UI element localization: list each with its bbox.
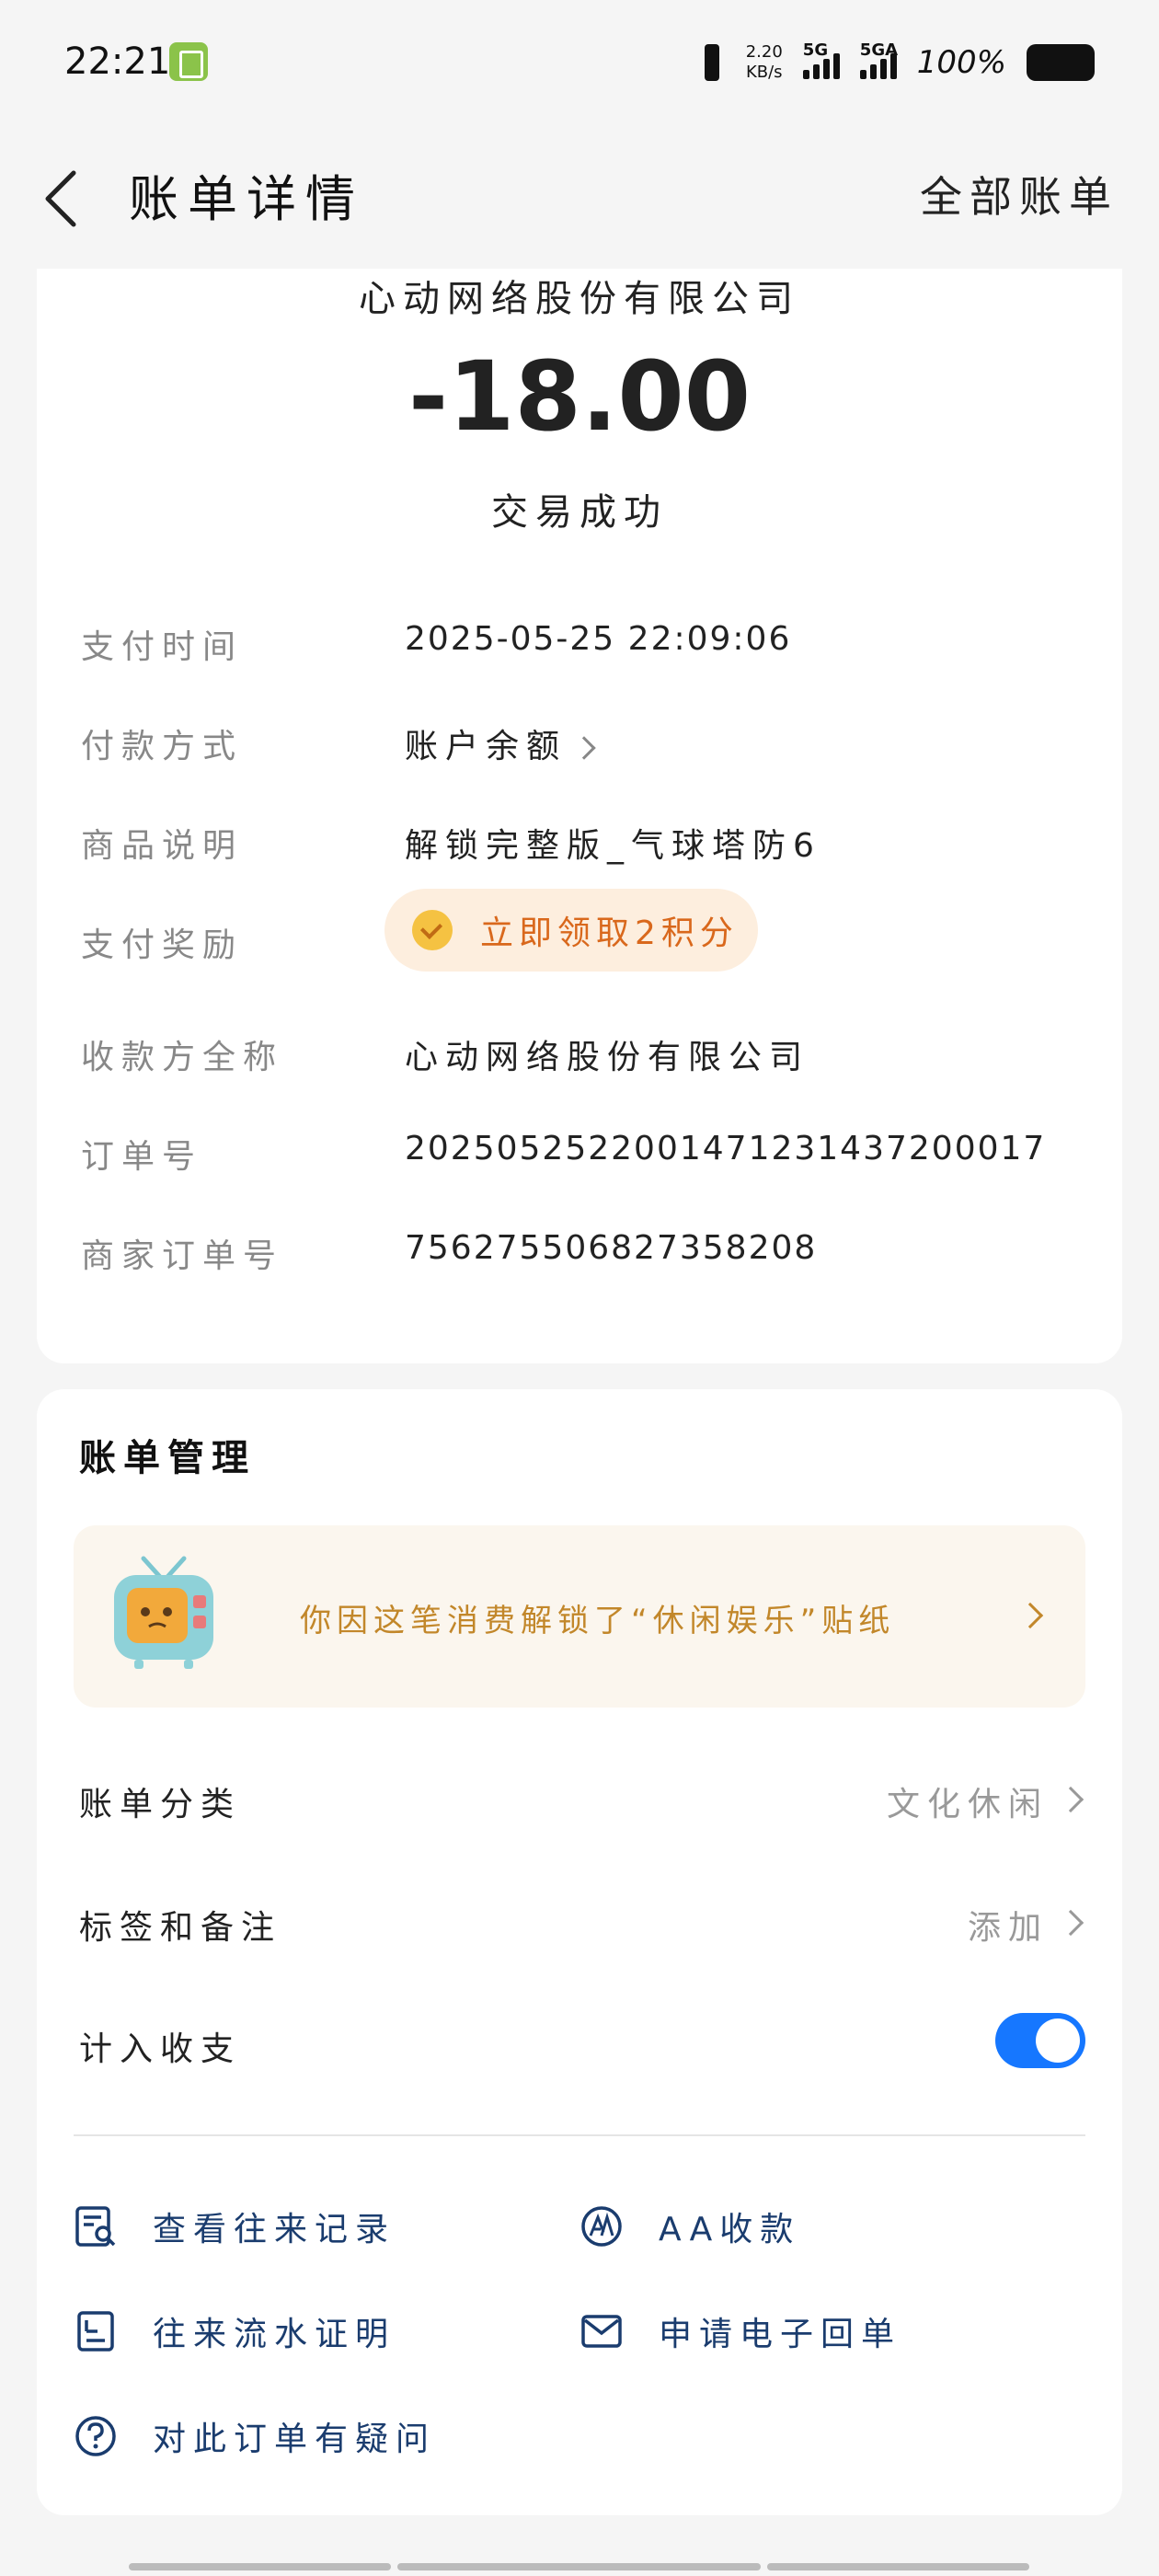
vibrate-icon — [698, 42, 726, 83]
bill-category-label: 账单分类 — [79, 1786, 242, 1823]
detail-value: 2025052522001471231437200017 — [405, 1130, 1047, 1167]
detail-value: 2025-05-25 22:09:06 — [405, 620, 792, 658]
order-question-button[interactable]: 对此订单有疑问 — [74, 2409, 436, 2464]
aa-collect-button[interactable]: AA收款 — [580, 2199, 800, 2254]
tags-notes-value: 添加 — [967, 1909, 1049, 1947]
network-speed-unit: KB/s — [745, 63, 783, 82]
document-icon — [74, 2309, 118, 2353]
divider — [74, 2134, 1085, 2136]
transaction-card: 心动网络股份有限公司 -18.00 交易成功 支付时间 2025-05-25 2… — [37, 269, 1122, 1363]
all-bills-link[interactable]: 全部账单 — [920, 164, 1119, 224]
e-receipt-label: 申请电子回单 — [659, 2316, 902, 2353]
chevron-right-icon — [1057, 1786, 1084, 1813]
notification-app-icon — [169, 42, 208, 81]
tv-sticker-icon — [107, 1553, 221, 1673]
sim2-label: 5GA — [859, 40, 899, 60]
detail-label: 付款方式 — [81, 728, 244, 765]
bill-category-row[interactable]: 账单分类 文化休闲 — [79, 1774, 1085, 1829]
view-records-button[interactable]: 查看往来记录 — [74, 2199, 396, 2254]
status-indicators: 2.20 KB/s 5G 5GA 100% — [698, 37, 1095, 88]
transaction-amount: -18.00 — [407, 340, 752, 453]
battery-percent: 100% — [916, 44, 1006, 81]
include-in-budget-row: 计入收支 — [79, 2013, 1085, 2074]
detail-value: 心动网络股份有限公司 — [405, 1039, 810, 1076]
flow-proof-label: 往来流水证明 — [153, 2316, 396, 2353]
bill-management-card: 账单管理 你因这笔消费解锁了“休闲娱乐”贴纸 账单分类 文化休闲 标签和备注 添… — [37, 1389, 1122, 2515]
status-bar: 22:21 2.20 KB/s 5G 5GA 100% — [0, 0, 1159, 125]
detail-label: 商家订单号 — [81, 1237, 284, 1275]
order-question-label: 对此订单有疑问 — [153, 2421, 437, 2458]
aa-icon — [580, 2204, 624, 2248]
tags-notes-row[interactable]: 标签和备注 添加 — [79, 1897, 1085, 1952]
sticker-banner[interactable]: 你因这笔消费解锁了“休闲娱乐”贴纸 — [74, 1525, 1085, 1708]
back-arrow-icon[interactable] — [37, 162, 101, 236]
payee-name: 心动网络股份有限公司 — [359, 278, 800, 320]
claim-points-button[interactable]: 立即领取2积分 — [384, 889, 758, 972]
aa-collect-label: AA收款 — [659, 2211, 801, 2248]
network-speed: 2.20 KB/s — [746, 42, 783, 83]
home-indicator — [767, 2563, 1029, 2570]
detail-value: 解锁完整版_气球塔防6 — [405, 827, 821, 865]
detail-label: 支付奖励 — [81, 926, 244, 964]
detail-label: 商品说明 — [81, 827, 244, 865]
home-indicator — [397, 2563, 761, 2570]
detail-label: 支付时间 — [81, 628, 244, 666]
sticker-message: 你因这笔消费解锁了“休闲娱乐”贴纸 — [300, 1603, 896, 1639]
question-circle-icon — [74, 2414, 118, 2458]
chevron-right-icon — [1057, 1909, 1084, 1937]
include-in-budget-label: 计入收支 — [79, 2030, 242, 2068]
payment-method-link[interactable]: 账户余额 — [405, 719, 596, 767]
view-records-label: 查看往来记录 — [153, 2211, 396, 2248]
transaction-status: 交易成功 — [491, 491, 668, 534]
e-receipt-button[interactable]: 申请电子回单 — [580, 2304, 901, 2359]
sim1-label: 5G — [802, 40, 829, 60]
chevron-right-icon — [1016, 1602, 1044, 1629]
chevron-right-icon — [572, 736, 596, 760]
bill-category-value: 文化休闲 — [886, 1786, 1049, 1823]
detail-value: 账户余额 — [405, 728, 568, 765]
records-search-icon — [74, 2204, 118, 2248]
network-speed-value: 2.20 — [745, 42, 783, 62]
points-badge-icon — [412, 910, 453, 950]
claim-points-label: 立即领取2积分 — [480, 914, 739, 952]
detail-value: 756275506827358208 — [405, 1229, 818, 1267]
tags-notes-label: 标签和备注 — [79, 1909, 282, 1947]
sim1-signal-icon: 5G — [802, 40, 840, 79]
envelope-icon — [580, 2309, 624, 2353]
flow-proof-button[interactable]: 往来流水证明 — [74, 2304, 396, 2359]
battery-icon — [1027, 44, 1095, 81]
nav-bar: 账单详情 全部账单 — [0, 125, 1159, 269]
status-time: 22:21 — [64, 40, 171, 83]
include-in-budget-toggle[interactable] — [995, 2013, 1085, 2068]
detail-label: 订单号 — [81, 1138, 203, 1176]
sim2-signal-icon: 5GA — [859, 40, 898, 79]
page-title: 账单详情 — [129, 170, 364, 228]
detail-label: 收款方全称 — [81, 1039, 284, 1076]
section-title: 账单管理 — [79, 1437, 256, 1479]
home-indicator — [129, 2563, 391, 2570]
